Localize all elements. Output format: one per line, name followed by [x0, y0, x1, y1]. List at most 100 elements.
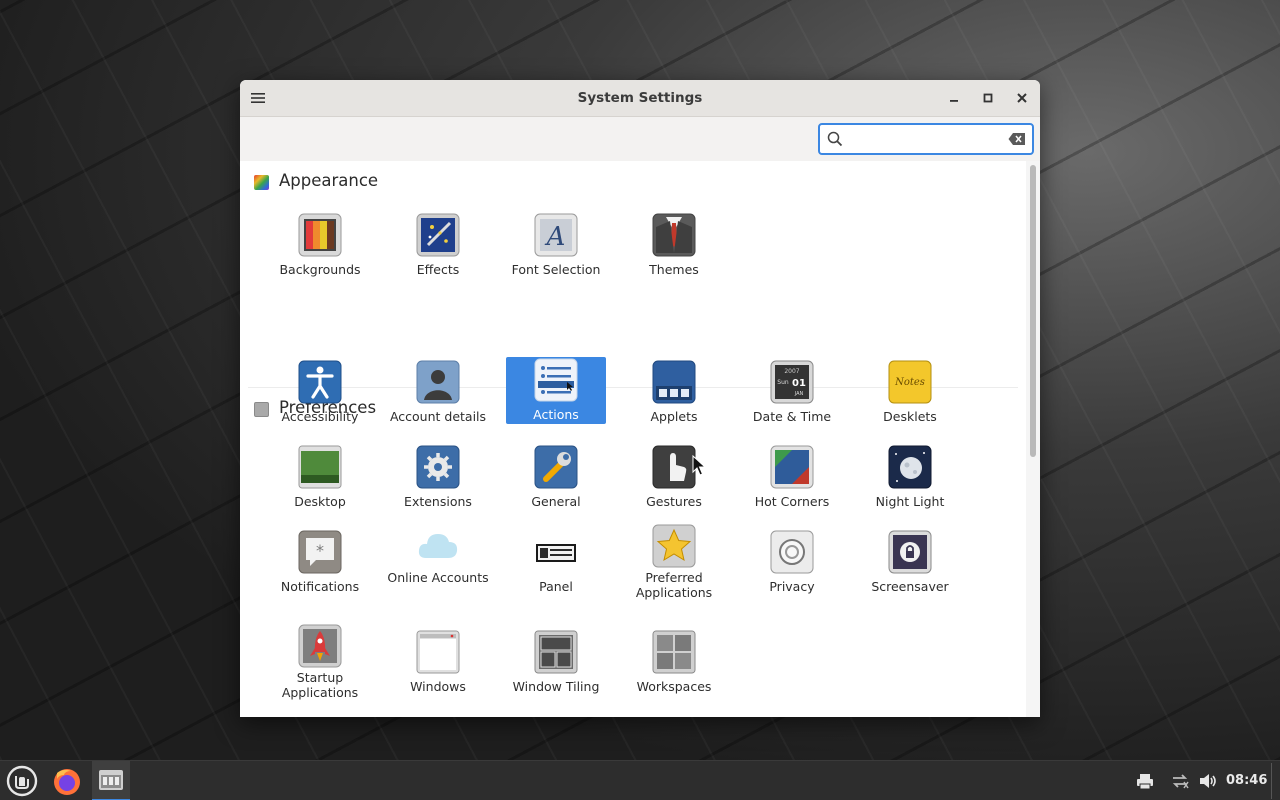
- account-details-icon: [416, 360, 460, 404]
- date-day-text: 01: [792, 378, 806, 389]
- tile-workspaces[interactable]: Workspaces: [624, 629, 724, 696]
- tile-label: General: [531, 494, 581, 509]
- tile-night-light[interactable]: Night Light: [860, 444, 960, 511]
- screensaver-icon: [888, 530, 932, 574]
- tile-label: Privacy: [769, 579, 815, 594]
- tile-accessibility[interactable]: Accessibility: [270, 359, 370, 426]
- tile-online-accounts[interactable]: Online Accounts: [387, 529, 489, 596]
- tile-window-tiling[interactable]: Window Tiling: [506, 629, 606, 696]
- tile-label: Window Tiling: [512, 679, 600, 694]
- taskbar: 08:46: [0, 760, 1280, 800]
- workspaces-icon: [652, 630, 696, 674]
- tile-desklets[interactable]: Notes Desklets: [860, 359, 960, 426]
- clock[interactable]: 08:46: [1226, 773, 1267, 788]
- mouse-pointer-icon: [692, 455, 706, 476]
- printer-icon[interactable]: [1135, 771, 1155, 791]
- tile-label: Preferred Applications: [635, 570, 713, 600]
- tile-general[interactable]: General: [506, 444, 606, 511]
- tile-label: Gestures: [646, 494, 702, 509]
- tile-effects[interactable]: Effects: [388, 212, 488, 279]
- tile-applets[interactable]: Applets: [624, 359, 724, 426]
- tile-label: Themes: [649, 262, 699, 277]
- date-year-text: 2007: [784, 368, 799, 375]
- tile-screensaver[interactable]: Screensaver: [860, 529, 960, 596]
- volume-icon[interactable]: [1198, 771, 1218, 791]
- startup-applications-icon: [298, 624, 342, 668]
- windows-icon: [416, 630, 460, 674]
- mint-menu-icon: [6, 765, 38, 797]
- online-accounts-icon: [418, 534, 458, 558]
- tile-desktop[interactable]: Desktop: [270, 444, 370, 511]
- tile-label: Desklets: [883, 409, 937, 424]
- search-input[interactable]: [848, 129, 998, 149]
- tile-label: Applets: [650, 409, 698, 424]
- extensions-icon: [416, 445, 460, 489]
- system-settings-taskbar-button[interactable]: [92, 761, 130, 800]
- tile-label: Actions: [533, 407, 579, 422]
- preferred-applications-icon: [652, 524, 696, 568]
- tile-label: Notifications: [280, 579, 360, 594]
- system-settings-icon: [99, 770, 123, 790]
- tile-label: Extensions: [404, 494, 472, 509]
- tile-label: Date & Time: [752, 409, 832, 424]
- search-icon: [827, 131, 843, 147]
- applets-icon: [652, 360, 696, 404]
- tile-actions[interactable]: Actions: [506, 357, 606, 424]
- notifications-icon: *: [298, 530, 342, 574]
- tile-label: Windows: [410, 679, 466, 694]
- gestures-icon: [652, 445, 696, 489]
- firefox-icon: [54, 769, 80, 795]
- tile-privacy[interactable]: Privacy: [742, 529, 842, 596]
- accessibility-icon: [298, 360, 342, 404]
- font-selection-icon: A: [534, 213, 578, 257]
- tile-date-time[interactable]: 2007 Sun 01 JAN Date & Time: [742, 359, 842, 426]
- appearance-category-icon: [254, 175, 269, 190]
- maximize-button[interactable]: [979, 89, 997, 107]
- tile-notifications[interactable]: * Notifications: [270, 529, 370, 596]
- privacy-icon: [770, 530, 814, 574]
- tile-label: Font Selection: [511, 262, 601, 277]
- tile-themes[interactable]: Themes: [624, 212, 724, 279]
- firefox-launcher[interactable]: [46, 761, 88, 800]
- tile-label: Account details: [389, 409, 487, 424]
- general-icon: [534, 445, 578, 489]
- window-title: System Settings: [577, 90, 703, 106]
- themes-icon: [652, 213, 696, 257]
- start-menu-button[interactable]: [0, 761, 44, 800]
- header-toolbar: [240, 117, 1040, 161]
- tile-label: Hot Corners: [754, 494, 830, 509]
- night-light-icon: [888, 445, 932, 489]
- svg-text:A: A: [545, 222, 566, 252]
- tile-label: Desktop: [294, 494, 346, 509]
- effects-icon: [416, 213, 460, 257]
- clear-search-icon[interactable]: [1008, 132, 1026, 146]
- tile-panel[interactable]: Panel: [506, 529, 606, 596]
- vertical-scrollbar[interactable]: [1026, 161, 1040, 717]
- tile-windows[interactable]: Windows: [388, 629, 488, 696]
- tile-backgrounds[interactable]: Backgrounds: [270, 212, 370, 279]
- tile-label: Backgrounds: [279, 262, 361, 277]
- tile-startup-applications[interactable]: Startup Applications: [270, 624, 370, 700]
- tile-label: Effects: [416, 262, 460, 277]
- minimize-button[interactable]: [945, 89, 963, 107]
- tile-account-details[interactable]: Account details: [388, 359, 488, 426]
- date-month-text: JAN: [794, 391, 804, 397]
- actions-icon: [534, 358, 578, 402]
- panel-icon: [536, 544, 576, 562]
- scrollbar-thumb[interactable]: [1030, 165, 1036, 457]
- tile-preferred-applications[interactable]: Preferred Applications: [624, 524, 724, 600]
- search-box[interactable]: [818, 123, 1034, 155]
- tile-label: Panel: [539, 579, 573, 594]
- network-icon[interactable]: [1170, 771, 1190, 791]
- tile-font-selection[interactable]: A Font Selection: [506, 212, 606, 279]
- system-settings-window: System Settings Appearance Backgrounds E…: [240, 80, 1040, 717]
- tile-gestures[interactable]: Gestures: [624, 444, 724, 511]
- window-tiling-icon: [534, 630, 578, 674]
- tile-hot-corners[interactable]: Hot Corners: [742, 444, 842, 511]
- hot-corners-icon: [770, 445, 814, 489]
- tile-extensions[interactable]: Extensions: [388, 444, 488, 511]
- tile-label: Night Light: [875, 494, 945, 509]
- show-desktop-button[interactable]: [1271, 763, 1277, 799]
- svg-text:*: *: [316, 541, 324, 560]
- close-button[interactable]: [1013, 89, 1031, 107]
